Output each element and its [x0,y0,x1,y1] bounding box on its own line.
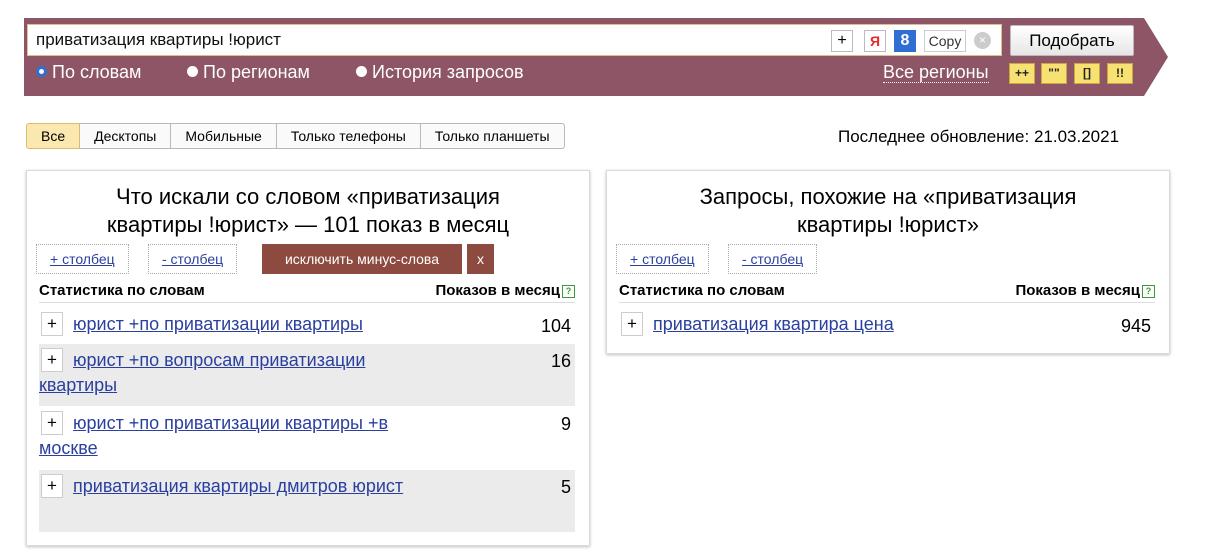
tab-tablets[interactable]: Только планшеты [420,123,565,149]
mode-label: По регионам [203,62,310,82]
radio-icon [356,66,367,77]
operator-quotes-button[interactable]: "" [1041,63,1067,84]
yandex-icon[interactable]: Я [864,30,886,52]
add-operator-button[interactable]: + [831,30,853,52]
impressions-count: 104 [540,316,571,336]
operator-plus-button[interactable]: ++ [1009,63,1035,84]
copy-button[interactable]: Copy [924,30,966,52]
exclude-minus-words-button[interactable]: исключить минус-слова [262,244,462,274]
search-bar-arrow [1144,18,1168,96]
add-column-label: + столбец [630,251,695,267]
keyword-link[interactable]: юрист +по приватизации квартиры [73,314,363,334]
table-row: + юрист +по приватизации квартиры 104 [39,309,575,343]
table-row: + юрист +по приватизации квартиры +в моск… [39,407,575,469]
tab-all[interactable]: Все [26,123,81,149]
help-icon[interactable]: ? [562,285,575,298]
radio-selected-icon [36,66,47,77]
column-header-impressions: Показов в месяц? [1015,280,1155,302]
mode-label: История запросов [372,62,524,82]
remove-column-button[interactable]: - столбец [148,244,238,274]
tab-desktops[interactable]: Десктопы [80,123,172,149]
table-row: + приватизация квартира цена 945 [619,309,1155,343]
help-icon[interactable]: ? [1142,285,1155,298]
tab-mobile[interactable]: Мобильные [171,123,277,149]
mode-by-regions[interactable]: По регионам [187,62,310,82]
impressions-count: 5 [560,477,571,497]
search-box: + Я 8 Copy × [27,24,1002,56]
panel-title: Запросы, похожие на «приватизация кварти… [699,184,1077,237]
search-input[interactable] [36,29,816,51]
keyword-link[interactable]: юрист +по приватизации квартиры +в москв… [39,413,388,458]
mode-label: По словам [52,62,142,82]
keyword-link[interactable]: приватизация квартиры дмитров юрист [73,476,403,496]
impressions-count: 16 [550,351,571,371]
operator-exclaim-button[interactable]: !! [1107,63,1133,84]
mode-by-words[interactable]: По словам [36,62,141,82]
regions-link[interactable]: Все регионы [883,62,989,83]
last-updated: Последнее обновление: 21.03.2021 [838,127,1120,146]
impressions-label: Показов в месяц [435,282,560,299]
mode-history[interactable]: История запросов [356,62,524,82]
impressions-label: Показов в месяц [1015,282,1140,299]
add-word-button[interactable]: + [41,411,63,435]
add-column-label: + столбец [50,251,115,267]
clear-icon[interactable]: × [974,32,991,49]
panel-title: Что искали со словом «приватизация кварт… [106,184,510,237]
remove-column-button[interactable]: - столбец [728,244,818,274]
keyword-link[interactable]: приватизация квартира цена [653,314,894,334]
add-column-button[interactable]: + столбец [616,244,709,274]
column-header-words: Статистика по словам [619,282,785,299]
impressions-count: 9 [560,414,571,434]
add-word-button[interactable]: + [41,312,63,336]
tab-phones[interactable]: Только телефоны [276,123,421,149]
add-word-button[interactable]: + [621,312,643,336]
keyword-link[interactable]: юрист +по вопросам приватизации квартиры [39,350,365,395]
impressions-count: 945 [1120,316,1151,336]
device-tabs: Все Десктопы Мобильные Только телефоны Т… [26,123,565,149]
column-header-impressions: Показов в месяц? [435,280,575,302]
table-header: Статистика по словам Показов в месяц? [619,280,1155,303]
right-panel: Запросы, похожие на «приватизация кварти… [606,170,1170,354]
add-word-button[interactable]: + [41,348,63,372]
add-word-button[interactable]: + [41,474,63,498]
table-header: Статистика по словам Показов в месяц? [39,280,575,303]
operator-brackets-button[interactable]: [] [1074,63,1100,84]
remove-column-label: - столбец [162,251,224,267]
remove-column-label: - столбец [742,251,804,267]
add-column-button[interactable]: + столбец [36,244,129,274]
table-row: + юрист +по вопросам приватизации квартир… [39,344,575,406]
radio-icon [187,66,198,77]
close-exclude-button[interactable]: x [467,244,494,274]
google-icon[interactable]: 8 [894,30,916,52]
table-row: + приватизация квартиры дмитров юрист 5 [39,470,575,532]
submit-button[interactable]: Подобрать [1010,25,1134,56]
left-panel: Что искали со словом «приватизация кварт… [26,170,590,546]
column-header-words: Статистика по словам [39,282,205,299]
